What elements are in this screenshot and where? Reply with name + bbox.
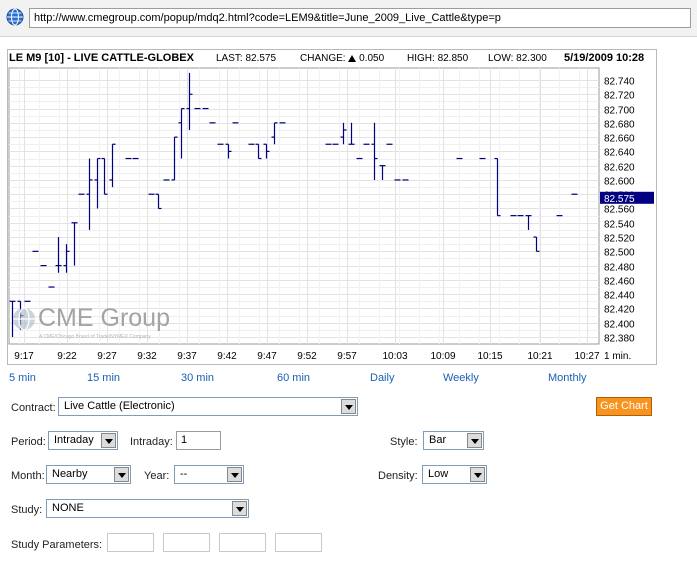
intraday-label: Intraday: (130, 436, 173, 448)
intraday-input[interactable]: 1 (176, 431, 221, 450)
year-select-value: -- (180, 468, 188, 480)
style-label: Style: (390, 436, 418, 448)
x-tick-label: 10:27 (574, 351, 599, 362)
year-label: Year: (144, 470, 170, 482)
study-param-input-3[interactable] (219, 533, 266, 552)
y-tick-label: 82.460 (604, 277, 635, 288)
period-link-15min[interactable]: 15 min (87, 372, 120, 384)
study-param-input-2[interactable] (163, 533, 210, 552)
y-tick-label: 82.620 (604, 163, 635, 174)
month-select-value: Nearby (52, 468, 88, 480)
period-select[interactable]: Intraday (48, 431, 118, 450)
study-parameters-label: Study Parameters: (11, 539, 103, 551)
x-tick-label: 9:17 (14, 351, 34, 362)
period-link-daily[interactable]: Daily (370, 372, 394, 384)
y-tick-label: 82.520 (604, 234, 635, 245)
style-select-value: Bar (429, 434, 447, 446)
x-tick-label: 9:47 (257, 351, 277, 362)
year-select[interactable]: -- (174, 465, 244, 484)
y-tick-label: 82.540 (604, 220, 635, 231)
x-tick-label: 10:03 (382, 351, 407, 362)
cme-group-subtext: A CME/Chicago Board of Trade/NYMEX Compa… (39, 334, 151, 340)
period-label: Period: (11, 436, 46, 448)
study-param-input-1[interactable] (107, 533, 154, 552)
contract-select[interactable]: Live Cattle (Electronic) (58, 397, 358, 416)
y-tick-label: 82.560 (604, 205, 635, 216)
cme-globe-logo-icon (13, 307, 35, 331)
x-tick-label: 9:52 (297, 351, 317, 362)
period-select-value: Intraday (54, 434, 94, 446)
x-tick-label: 9:42 (217, 351, 237, 362)
study-label: Study: (11, 504, 43, 516)
chevron-down-icon (114, 467, 129, 482)
y-tick-label: 82.600 (604, 177, 635, 188)
period-link-5min[interactable]: 5 min (9, 372, 36, 384)
contract-label: Contract: (11, 402, 56, 414)
density-label: Density: (378, 470, 418, 482)
month-label: Month: (11, 470, 45, 482)
x-tick-label: 9:32 (137, 351, 157, 362)
study-select-value: NONE (52, 502, 84, 514)
x-tick-label: 10:15 (477, 351, 502, 362)
chevron-down-icon (341, 399, 356, 414)
x-tick-label: 9:22 (57, 351, 77, 362)
y-tick-label: 82.680 (604, 120, 635, 131)
contract-select-value: Live Cattle (Electronic) (64, 400, 175, 412)
period-link-60min[interactable]: 60 min (277, 372, 310, 384)
y-tick-label: 82.500 (604, 248, 635, 259)
x-tick-label: 9:37 (177, 351, 197, 362)
month-select[interactable]: Nearby (46, 465, 131, 484)
x-tick-label: 10:21 (527, 351, 552, 362)
density-select[interactable]: Low (422, 465, 487, 484)
style-select[interactable]: Bar (423, 431, 484, 450)
chevron-down-icon (227, 467, 242, 482)
chevron-down-icon (467, 433, 482, 448)
x-tick-label: 10:09 (430, 351, 455, 362)
y-tick-label: 82.740 (604, 77, 635, 88)
period-link-weekly[interactable]: Weekly (443, 372, 479, 384)
y-tick-label: 82.400 (604, 320, 635, 331)
chevron-down-icon (232, 501, 247, 516)
study-param-input-4[interactable] (275, 533, 322, 552)
get-chart-button[interactable]: Get Chart (596, 397, 652, 416)
y-tick-label: 82.420 (604, 305, 635, 316)
x-tick-label: 9:27 (97, 351, 117, 362)
y-tick-label: 82.640 (604, 148, 635, 159)
chevron-down-icon (470, 467, 485, 482)
y-tick-label: 82.660 (604, 134, 635, 145)
y-tick-label: 82.480 (604, 263, 635, 274)
cme-group-brand: CME Group (38, 304, 170, 332)
study-select[interactable]: NONE (46, 499, 249, 518)
chevron-down-icon (101, 433, 116, 448)
y-tick-label: 82.440 (604, 291, 635, 302)
period-link-monthly[interactable]: Monthly (548, 372, 587, 384)
interval-label: 1 min. (604, 351, 631, 362)
x-tick-label: 9:57 (337, 351, 357, 362)
price-chart: 82.740 82.720 82.700 82.680 82.660 82.640 82.6… (7, 49, 657, 365)
density-select-value: Low (428, 468, 449, 480)
y-tick-label: 82.380 (604, 334, 635, 345)
y-tick-label: 82.720 (604, 91, 635, 102)
period-link-30min[interactable]: 30 min (181, 372, 214, 384)
last-price-marker-label: 82.575 (604, 194, 635, 205)
y-tick-label: 82.700 (604, 106, 635, 117)
